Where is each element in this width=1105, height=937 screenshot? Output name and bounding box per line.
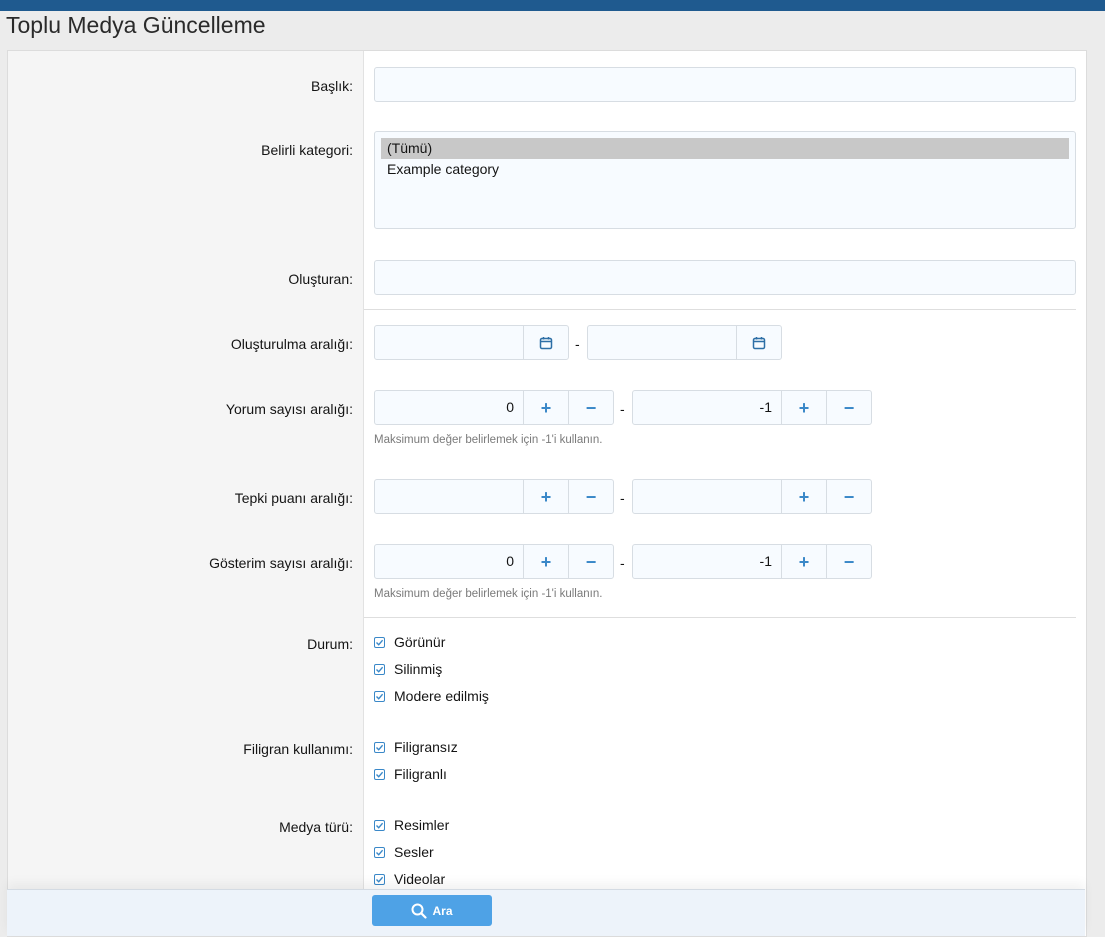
checkbox-checked-icon (374, 768, 385, 780)
search-button-label: Ara (432, 903, 453, 918)
view-range-hint: Maksimum değer belirlemek için -1'i kull… (374, 588, 603, 600)
minus-icon[interactable]: − (826, 545, 871, 578)
checkbox-label: Silinmiş (394, 661, 443, 677)
plus-icon[interactable]: + (781, 480, 826, 513)
checkbox-checked-icon (374, 741, 385, 753)
view-max-input[interactable]: -1 (633, 545, 781, 578)
minus-icon[interactable]: − (826, 391, 871, 424)
media-audio-checkbox[interactable]: Sesler (374, 844, 434, 860)
plus-icon[interactable]: + (523, 545, 568, 578)
created-start-date[interactable] (374, 325, 569, 360)
minus-icon[interactable]: − (568, 545, 613, 578)
status-label: Durum: (307, 636, 353, 652)
range-dash: - (620, 555, 625, 571)
minus-icon[interactable]: − (568, 391, 613, 424)
view-max-stepper[interactable]: -1 + − (632, 544, 872, 579)
created-range-label: Oluşturulma aralığı: (230, 336, 353, 352)
range-dash: - (575, 336, 580, 352)
view-min-input[interactable]: 0 (375, 545, 523, 578)
view-range-label: Gösterim sayısı aralığı: (209, 555, 353, 571)
created-end-date[interactable] (587, 325, 782, 360)
checkbox-label: Filigransız (394, 739, 458, 755)
plus-icon[interactable]: + (523, 480, 568, 513)
media-images-checkbox[interactable]: Resimler (374, 817, 449, 833)
title-input[interactable] (374, 67, 1076, 102)
watermark-label: Filigran kullanımı: (243, 741, 353, 757)
category-label: Belirli kategori: (261, 142, 353, 158)
checkbox-label: Sesler (394, 844, 434, 860)
category-listbox[interactable]: (Tümü) Example category (374, 131, 1076, 229)
created-start-input[interactable] (375, 326, 523, 359)
section-divider (364, 309, 1076, 310)
minus-icon[interactable]: − (826, 480, 871, 513)
created-end-input[interactable] (588, 326, 736, 359)
search-button[interactable]: Ara (372, 895, 492, 926)
search-icon (411, 903, 428, 919)
reaction-min-input[interactable] (375, 480, 523, 513)
minus-icon[interactable]: − (568, 480, 613, 513)
page-title: Toplu Medya Güncelleme (6, 12, 266, 38)
watermark-none-checkbox[interactable]: Filigransız (374, 739, 458, 755)
search-form-panel: Başlık: Belirli kategori: (Tümü) Example… (7, 50, 1087, 937)
calendar-icon[interactable] (736, 326, 781, 359)
checkbox-checked-icon (374, 690, 385, 702)
reaction-min-stepper[interactable]: + − (374, 479, 614, 514)
checkbox-label: Videolar (394, 871, 446, 887)
range-dash: - (620, 490, 625, 506)
comment-min-stepper[interactable]: 0 + − (374, 390, 614, 425)
comment-range-hint: Maksimum değer belirlemek için -1'i kull… (374, 434, 603, 446)
reaction-range-label: Tepki puanı aralığı: (234, 490, 353, 506)
view-min-stepper[interactable]: 0 + − (374, 544, 614, 579)
reaction-max-input[interactable] (633, 480, 781, 513)
range-dash: - (620, 401, 625, 417)
checkbox-checked-icon (374, 819, 385, 831)
comment-max-stepper[interactable]: -1 + − (632, 390, 872, 425)
checkbox-checked-icon (374, 846, 385, 858)
plus-icon[interactable]: + (781, 545, 826, 578)
creator-label: Oluşturan: (288, 271, 353, 287)
comment-range-label: Yorum sayısı aralığı: (225, 401, 353, 417)
checkbox-label: Filigranlı (394, 766, 447, 782)
checkbox-checked-icon (374, 873, 385, 885)
status-visible-checkbox[interactable]: Görünür (374, 634, 445, 650)
comment-min-input[interactable]: 0 (375, 391, 523, 424)
checkbox-checked-icon (374, 636, 385, 648)
reaction-max-stepper[interactable]: + − (632, 479, 872, 514)
plus-icon[interactable]: + (781, 391, 826, 424)
status-deleted-checkbox[interactable]: Silinmiş (374, 661, 442, 677)
media-video-checkbox[interactable]: Videolar (374, 871, 445, 887)
checkbox-checked-icon (374, 663, 385, 675)
section-divider (364, 617, 1076, 618)
plus-icon[interactable]: + (523, 391, 568, 424)
category-option-all[interactable]: (Tümü) (381, 138, 1069, 159)
creator-input[interactable] (374, 260, 1076, 295)
media-type-label: Medya türü: (279, 819, 353, 835)
title-label: Başlık: (310, 78, 353, 94)
category-option-example[interactable]: Example category (381, 159, 1069, 180)
form-footer: Ara (7, 889, 1085, 936)
checkbox-label: Modere edilmiş (394, 688, 489, 704)
checkbox-label: Görünür (394, 634, 446, 650)
comment-max-input[interactable]: -1 (633, 391, 781, 424)
status-moderated-checkbox[interactable]: Modere edilmiş (374, 688, 489, 704)
watermark-yes-checkbox[interactable]: Filigranlı (374, 766, 447, 782)
checkbox-label: Resimler (394, 817, 450, 833)
calendar-icon[interactable] (523, 326, 568, 359)
